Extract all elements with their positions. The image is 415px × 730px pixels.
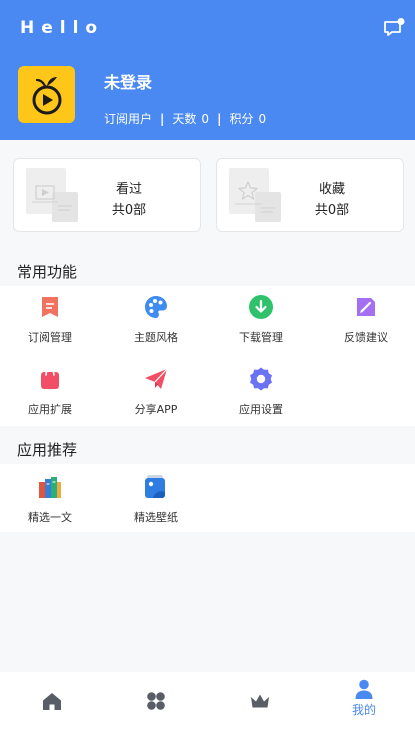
home-icon (43, 693, 61, 710)
profile-header: Hello 未登录 订阅用户 | 天数 0 | 积分 0 (0, 0, 415, 140)
favorite-count: 共0部 (314, 203, 350, 218)
app-logo-icon (32, 76, 61, 114)
feedback-icon (357, 298, 375, 316)
share-app-label: 分享APP (134, 403, 178, 416)
user-icon (355, 679, 373, 699)
app-extension-label: 应用扩展 (28, 403, 72, 416)
wallpaper-icon (145, 475, 165, 498)
common-functions-title: 常用功能 (17, 263, 78, 281)
history-illustration-icon (26, 168, 78, 222)
bag-icon (41, 369, 59, 389)
feedback-button[interactable]: 反馈建议 (321, 294, 411, 345)
stats-separator: | (217, 111, 222, 126)
tab-vip[interactable] (208, 672, 312, 730)
subscribe-icon (42, 297, 58, 317)
favorite-illustration-icon (229, 168, 281, 222)
username[interactable]: 未登录 (104, 69, 152, 93)
message-icon (384, 18, 405, 36)
app-settings-label: 应用设置 (239, 403, 283, 416)
grid-icon (147, 692, 165, 710)
featured-article-button[interactable]: 精选一文 (5, 474, 95, 525)
message-button[interactable] (383, 18, 405, 38)
bottom-tab-bar: 我的 (0, 672, 415, 730)
favorite-card[interactable]: 收藏 共0部 (216, 158, 404, 232)
featured-wallpaper-label: 精选壁纸 (134, 511, 178, 524)
theme-style-label: 主题风格 (134, 331, 178, 344)
history-count: 共0部 (111, 203, 147, 218)
featured-wallpaper-button[interactable]: 精选壁纸 (111, 474, 201, 525)
subscribe-manage-button[interactable]: 订阅管理 (5, 294, 95, 345)
stats-separator: | (160, 111, 165, 126)
avatar[interactable] (18, 66, 75, 123)
history-card[interactable]: 看过 共0部 (13, 158, 201, 232)
user-stats: 订阅用户 | 天数 0 | 积分 0 (104, 110, 266, 127)
user-type: 订阅用户 (104, 112, 153, 126)
recommend-panel: 精选一文 精选壁纸 (0, 464, 415, 532)
points-label: 积分 (229, 112, 254, 126)
featured-article-label: 精选一文 (28, 511, 72, 524)
app-settings-button[interactable]: 应用设置 (216, 366, 306, 417)
gear-icon (250, 367, 272, 391)
feedback-label: 反馈建议 (344, 331, 388, 344)
days-label: 天数 (172, 112, 197, 126)
tab-mine[interactable]: 我的 (312, 672, 415, 730)
days-value: 0 (201, 111, 210, 126)
paper-plane-icon (145, 368, 168, 389)
recommend-title: 应用推荐 (17, 441, 78, 459)
download-manage-button[interactable]: 下载管理 (216, 294, 306, 345)
books-icon (39, 477, 61, 498)
tab-home[interactable] (0, 672, 104, 730)
crown-icon (251, 694, 269, 708)
favorite-title: 收藏 (318, 182, 345, 197)
subscribe-manage-label: 订阅管理 (28, 331, 72, 344)
points-value: 0 (258, 111, 267, 126)
common-functions-panel: 订阅管理 主题风格 下载管理 反馈建议 应用扩展 分享APP 应用设置 (0, 286, 415, 426)
app-title: Hello (20, 18, 105, 38)
download-manage-label: 下载管理 (239, 331, 283, 344)
history-title: 看过 (115, 182, 142, 197)
tab-mine-label: 我的 (351, 703, 376, 717)
download-icon (249, 295, 273, 319)
app-extension-button[interactable]: 应用扩展 (5, 366, 95, 417)
tab-discover[interactable] (104, 672, 208, 730)
theme-style-button[interactable]: 主题风格 (111, 294, 201, 345)
share-app-button[interactable]: 分享APP (111, 366, 201, 417)
palette-icon (145, 296, 167, 318)
